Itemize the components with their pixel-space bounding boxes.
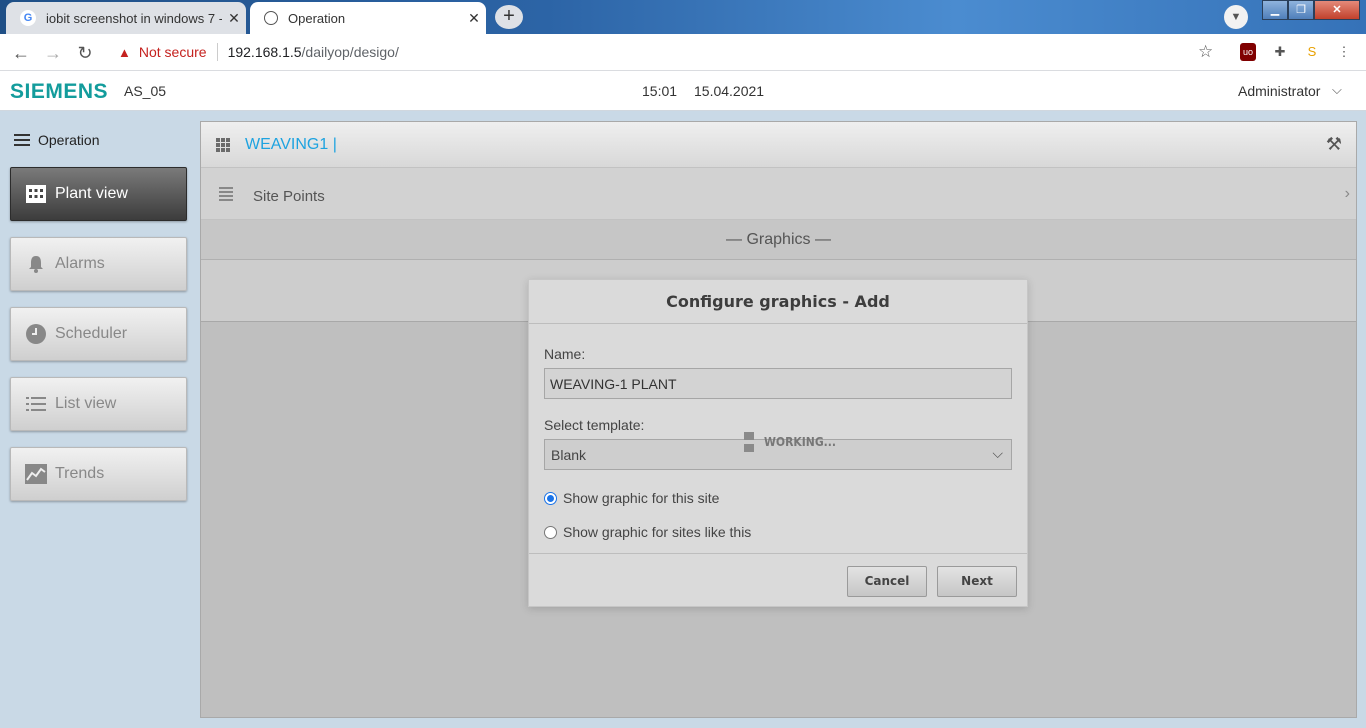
bell-icon	[25, 253, 47, 275]
cancel-button[interactable]: Cancel	[847, 566, 927, 597]
sidebar-item-trends[interactable]: Trends	[10, 447, 187, 501]
radio-label: Show graphic for this site	[563, 490, 720, 506]
browser-tab-operation[interactable]: Operation ✕	[250, 2, 486, 34]
back-icon[interactable]: ←	[8, 40, 34, 66]
globe-icon	[264, 11, 278, 25]
working-indicator: WORKING...	[744, 432, 836, 452]
station-name: AS_05	[124, 83, 167, 99]
url-path: /dailyop/desigo/	[301, 44, 399, 60]
sidebar-item-label: Trends	[55, 465, 105, 482]
url-host: 192.168.1.5	[227, 44, 302, 60]
chart-icon	[25, 463, 47, 485]
address-bar: ← → ↻ ▲ Not secure 192.168.1.5/dailyop/d…	[0, 34, 1366, 71]
working-spinner-icon	[744, 432, 754, 452]
radio-label: Show graphic for sites like this	[563, 524, 752, 540]
next-button[interactable]: Next	[937, 566, 1017, 597]
hamburger-menu-icon[interactable]	[14, 131, 30, 149]
url-field[interactable]: ▲ Not secure 192.168.1.5/dailyop/desigo/	[108, 38, 1228, 66]
minimize-button[interactable]: ▁	[1262, 0, 1288, 20]
tab-title: iobit screenshot in windows 7 - G	[46, 10, 222, 26]
google-icon: G	[20, 10, 36, 26]
sidebar-heading: Operation	[38, 132, 100, 148]
page-title: WEAVING1 |	[245, 136, 337, 153]
bookmark-star-icon[interactable]: ☆	[1198, 42, 1213, 62]
list-icon	[25, 393, 47, 415]
clock-time: 15:01	[642, 83, 678, 99]
puzzle-extensions-icon[interactable]: ✚	[1272, 43, 1288, 61]
graphics-header: — Graphics —	[201, 220, 1356, 260]
close-tab-icon[interactable]: ✕	[462, 10, 486, 27]
forward-icon[interactable]: →	[40, 40, 66, 66]
siemens-logo: SIEMENS	[10, 80, 109, 103]
radio-sites-like-this[interactable]: Show graphic for sites like this	[544, 524, 751, 540]
tools-icon[interactable]: ⚒	[1326, 134, 1342, 155]
sidebar-item-label: List view	[55, 395, 117, 412]
chevron-down-icon: ⌵	[992, 445, 1003, 461]
close-tab-icon[interactable]: ✕	[222, 10, 246, 27]
radio-this-site[interactable]: Show graphic for this site	[544, 490, 719, 506]
site-points-label: Site Points	[253, 188, 325, 205]
sidebar-item-list-view[interactable]: List view	[10, 377, 187, 431]
window-controls: ▁ ❐ ✕	[1262, 0, 1360, 20]
browser-tab-bar: G iobit screenshot in windows 7 - G ✕ Op…	[0, 0, 1366, 34]
tab-search-icon[interactable]: ▼	[1224, 5, 1248, 29]
maximize-button[interactable]: ❐	[1288, 0, 1314, 20]
name-label: Name:	[544, 346, 586, 362]
sync-extension-icon[interactable]: S	[1304, 43, 1320, 61]
menu-kebab-icon[interactable]: ⋮	[1336, 43, 1352, 61]
site-points-row[interactable]: Site Points ›	[201, 168, 1356, 220]
dialog-title: Configure graphics - Add	[529, 280, 1027, 324]
sidebar-item-label: Alarms	[55, 255, 105, 272]
app-header: SIEMENS AS_05 15:01 15.04.2021 Administr…	[0, 71, 1366, 111]
reload-icon[interactable]: ↻	[72, 40, 98, 66]
chevron-down-icon[interactable]: ⌵	[1332, 82, 1342, 98]
working-text: WORKING...	[764, 435, 836, 449]
radio-button-checked[interactable]	[544, 491, 557, 505]
new-tab-button[interactable]: +	[495, 5, 523, 29]
dialog-footer: Cancel Next	[529, 553, 1027, 607]
chevron-right-icon: ›	[1344, 185, 1350, 202]
sidebar-item-label: Plant view	[55, 185, 128, 202]
panel-header: WEAVING1 | ⚒	[201, 122, 1356, 168]
tab-title: Operation	[288, 10, 346, 26]
security-label: Not secure	[138, 44, 207, 60]
template-value: Blank	[551, 447, 587, 463]
sidebar-item-alarms[interactable]: Alarms	[10, 237, 187, 291]
clock-icon	[25, 323, 47, 345]
list-icon	[219, 187, 233, 203]
clock-date: 15.04.2021	[694, 83, 765, 99]
radio-button[interactable]	[544, 525, 557, 539]
user-menu[interactable]: Administrator	[1238, 83, 1320, 99]
apps-grid-icon[interactable]	[216, 138, 230, 152]
sidebar: Operation Plant view Alarms Scheduler Li…	[0, 111, 200, 728]
template-label: Select template:	[544, 417, 645, 433]
ublock-icon[interactable]: uo	[1240, 43, 1256, 61]
sidebar-item-scheduler[interactable]: Scheduler	[10, 307, 187, 361]
sidebar-header[interactable]: Operation	[14, 131, 99, 149]
configure-graphics-dialog: Configure graphics - Add Name: Select te…	[528, 279, 1028, 607]
browser-tab-search[interactable]: G iobit screenshot in windows 7 - G ✕	[6, 2, 246, 34]
warning-icon: ▲	[118, 44, 131, 60]
sidebar-item-label: Scheduler	[55, 325, 128, 342]
close-window-button[interactable]: ✕	[1314, 0, 1360, 20]
sidebar-item-plant-view[interactable]: Plant view	[10, 167, 187, 221]
name-input[interactable]	[544, 368, 1012, 399]
grid-icon	[25, 183, 47, 205]
